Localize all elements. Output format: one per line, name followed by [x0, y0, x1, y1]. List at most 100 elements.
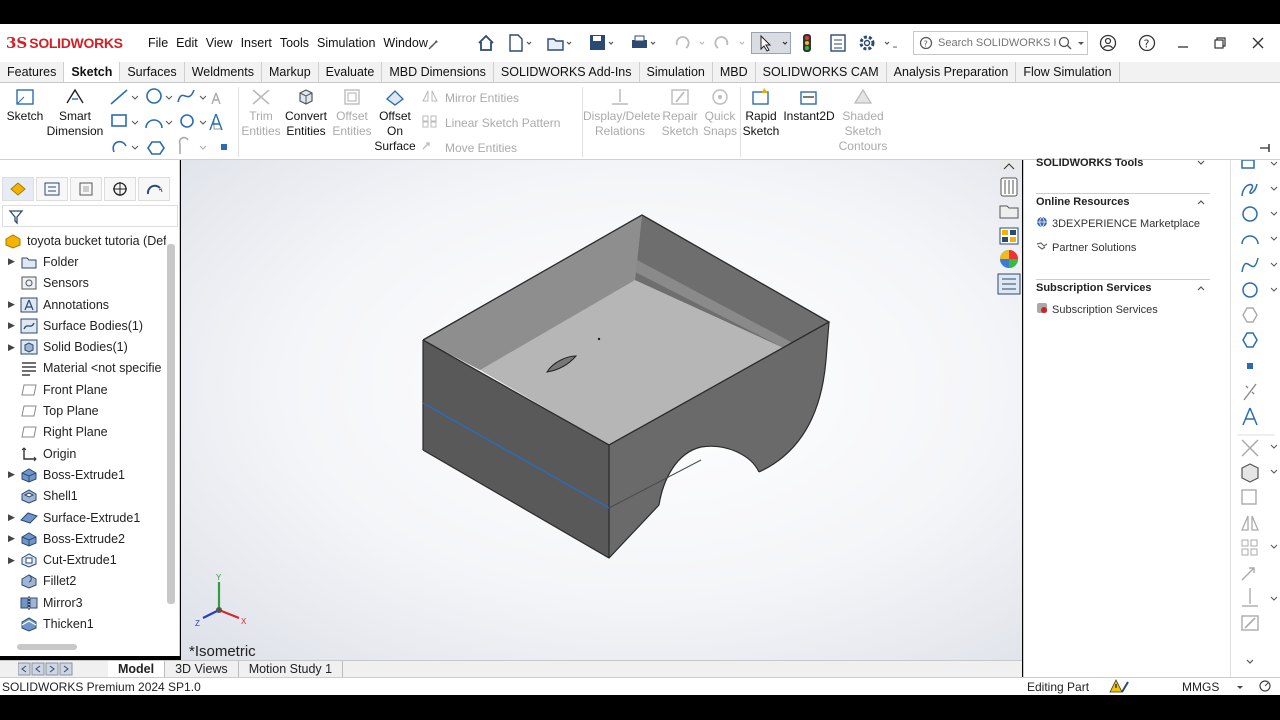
tab-model[interactable]: Model — [108, 661, 166, 677]
units-dropdown-icon[interactable] — [1235, 681, 1245, 695]
move-entities-button[interactable]: Move Entities — [421, 139, 517, 156]
sidebar-polygon-icon[interactable] — [1242, 307, 1258, 323]
bucket-model[interactable] — [181, 160, 1022, 660]
tab-mbd-dimensions[interactable]: MBD Dimensions — [382, 62, 494, 82]
expand-arrow-icon[interactable]: ▶ — [8, 469, 20, 480]
tree-filter[interactable] — [2, 205, 178, 227]
minimize-icon[interactable] — [1172, 32, 1194, 54]
search-dropdown-icon[interactable] — [1076, 36, 1086, 53]
sketch-button[interactable]: Sketch — [4, 83, 46, 124]
tree-item[interactable]: Right Plane — [0, 422, 166, 443]
sidebar-point-icon[interactable] — [1247, 363, 1253, 369]
dimxpert-manager-icon[interactable] — [104, 177, 136, 201]
tree-item[interactable]: Mirror3 — [0, 592, 166, 613]
expand-arrow-icon[interactable]: ▶ — [8, 342, 20, 353]
tab-mbd[interactable]: MBD — [713, 62, 756, 82]
search-input[interactable] — [938, 35, 1056, 51]
tab-markup[interactable]: Markup — [262, 62, 319, 82]
rapid-sketch-button[interactable]: Rapid Sketch — [741, 83, 781, 139]
rebuild-icon[interactable] — [800, 32, 814, 54]
property-manager-icon[interactable] — [36, 177, 68, 201]
help-icon[interactable]: ? — [1136, 32, 1158, 54]
tree-item[interactable]: ▶ Boss-Extrude2 — [0, 528, 166, 549]
expand-arrow-icon[interactable]: ▶ — [8, 299, 20, 310]
options-gear-icon[interactable] — [857, 32, 897, 54]
sidebar-arc-icon[interactable] — [1241, 235, 1278, 245]
menu-view[interactable]: View — [202, 36, 237, 50]
undo-icon[interactable] — [672, 32, 706, 54]
tab-analysis-preparation[interactable]: Analysis Preparation — [887, 62, 1017, 82]
sidebar-offset-icon[interactable] — [1241, 489, 1257, 505]
chevron-up-icon[interactable] — [1196, 196, 1206, 210]
restore-icon[interactable] — [1209, 32, 1231, 54]
design-library-icon[interactable] — [1000, 177, 1018, 197]
sidebar-convert-icon[interactable] — [1241, 463, 1278, 483]
menu-insert[interactable]: Insert — [237, 36, 276, 50]
solidworks-resources-icon[interactable] — [1000, 160, 1018, 170]
expand-arrow-icon[interactable]: ▶ — [8, 512, 20, 523]
search-icon[interactable] — [1058, 36, 1072, 53]
tree-item[interactable]: Sensors — [0, 273, 166, 294]
new-document-icon[interactable] — [507, 32, 533, 54]
tab-solidworks-add-ins[interactable]: SOLIDWORKS Add-Ins — [494, 62, 640, 82]
pin-icon[interactable] — [428, 32, 442, 54]
tab-evaluate[interactable]: Evaluate — [319, 62, 383, 82]
mirror-entities-button[interactable]: Mirror Entities — [421, 89, 519, 106]
sketch-entity-tools-icon[interactable] — [108, 86, 236, 156]
tab-sketch[interactable]: Sketch — [64, 62, 121, 82]
sidebar-polygon-blue-icon[interactable] — [1242, 332, 1258, 348]
repair-sketch-button[interactable]: Repair Sketch — [659, 83, 701, 139]
expand-arrow-icon[interactable]: ▶ — [8, 256, 20, 267]
offset-on-surface-button[interactable]: Offset On Surface — [374, 83, 416, 154]
tree-item[interactable]: ▶ Surface-Extrude1 — [0, 507, 166, 528]
sidebar-relations-icon[interactable] — [1242, 588, 1278, 607]
expand-arrow-icon[interactable]: ▶ — [8, 555, 20, 566]
menu-tools[interactable]: Tools — [276, 36, 313, 50]
home-icon[interactable] — [476, 32, 496, 54]
appearances-icon[interactable] — [1000, 250, 1018, 268]
sidebar-text-icon[interactable] — [1242, 407, 1258, 426]
tree-item[interactable]: ▶ Folder — [0, 251, 166, 272]
menu-simulation[interactable]: Simulation — [313, 36, 379, 50]
sidebar-spline-icon[interactable] — [1241, 183, 1278, 197]
tab-surfaces[interactable]: Surfaces — [120, 62, 185, 82]
offset-entities-button[interactable]: Offset Entities — [331, 83, 373, 139]
solidworks-tools-header[interactable]: SOLIDWORKS Tools — [1036, 157, 1143, 169]
file-properties-icon[interactable] — [828, 32, 848, 54]
feature-manager-tree-icon[interactable] — [2, 177, 34, 201]
tree-item[interactable]: Top Plane — [0, 400, 166, 421]
tree-item[interactable]: Fillet2 — [0, 571, 166, 592]
tab-flow-simulation[interactable]: Flow Simulation — [1016, 62, 1120, 82]
subscription-services-link[interactable]: Subscription Services — [1036, 302, 1158, 317]
menu-edit[interactable]: Edit — [172, 36, 202, 50]
tree-root[interactable]: toyota bucket tutoria (Def — [0, 230, 166, 251]
sidebar-mirror-icon[interactable] — [1241, 515, 1259, 531]
select-pointer-icon[interactable] — [751, 32, 791, 54]
instant2d-button[interactable]: Instant2D — [782, 83, 836, 124]
tree-item[interactable]: Shell1 — [0, 486, 166, 507]
tree-item[interactable]: ▶ Surface Bodies(1) — [0, 315, 166, 336]
tab-features[interactable]: Features — [0, 62, 65, 82]
tab-weldments[interactable]: Weldments — [185, 62, 262, 82]
tab-3d-views[interactable]: 3D Views — [165, 661, 239, 677]
sidebar-more-icon[interactable] — [1246, 659, 1254, 664]
sidebar-centerline-icon[interactable] — [1243, 383, 1257, 401]
display-delete-relations-button[interactable]: Display/Delete Relations — [583, 83, 660, 139]
tree-horizontal-scrollbar[interactable] — [17, 644, 77, 650]
tree-item[interactable]: ▶ Cut-Extrude1 — [0, 549, 166, 570]
file-explorer-icon[interactable] — [999, 205, 1019, 219]
sidebar-trim-icon[interactable] — [1241, 439, 1278, 457]
tab-simulation[interactable]: Simulation — [640, 62, 713, 82]
tree-item[interactable]: ▶ Boss-Extrude1 — [0, 464, 166, 485]
redo-icon[interactable] — [712, 32, 746, 54]
expand-arrow-icon[interactable]: ▶ — [8, 533, 20, 544]
close-icon[interactable] — [1247, 32, 1269, 54]
tree-item[interactable]: Front Plane — [0, 379, 166, 400]
tree-item[interactable]: Origin — [0, 443, 166, 464]
tree-item[interactable]: Thicken1 — [0, 613, 166, 634]
partner-solutions-link[interactable]: Partner Solutions — [1036, 240, 1136, 255]
convert-entities-button[interactable]: Convert Entities — [283, 83, 329, 139]
shaded-sketch-contours-button[interactable]: Shaded Sketch Contours — [838, 83, 888, 154]
save-icon[interactable] — [588, 32, 614, 54]
resize-grip-icon[interactable] — [1258, 679, 1274, 696]
